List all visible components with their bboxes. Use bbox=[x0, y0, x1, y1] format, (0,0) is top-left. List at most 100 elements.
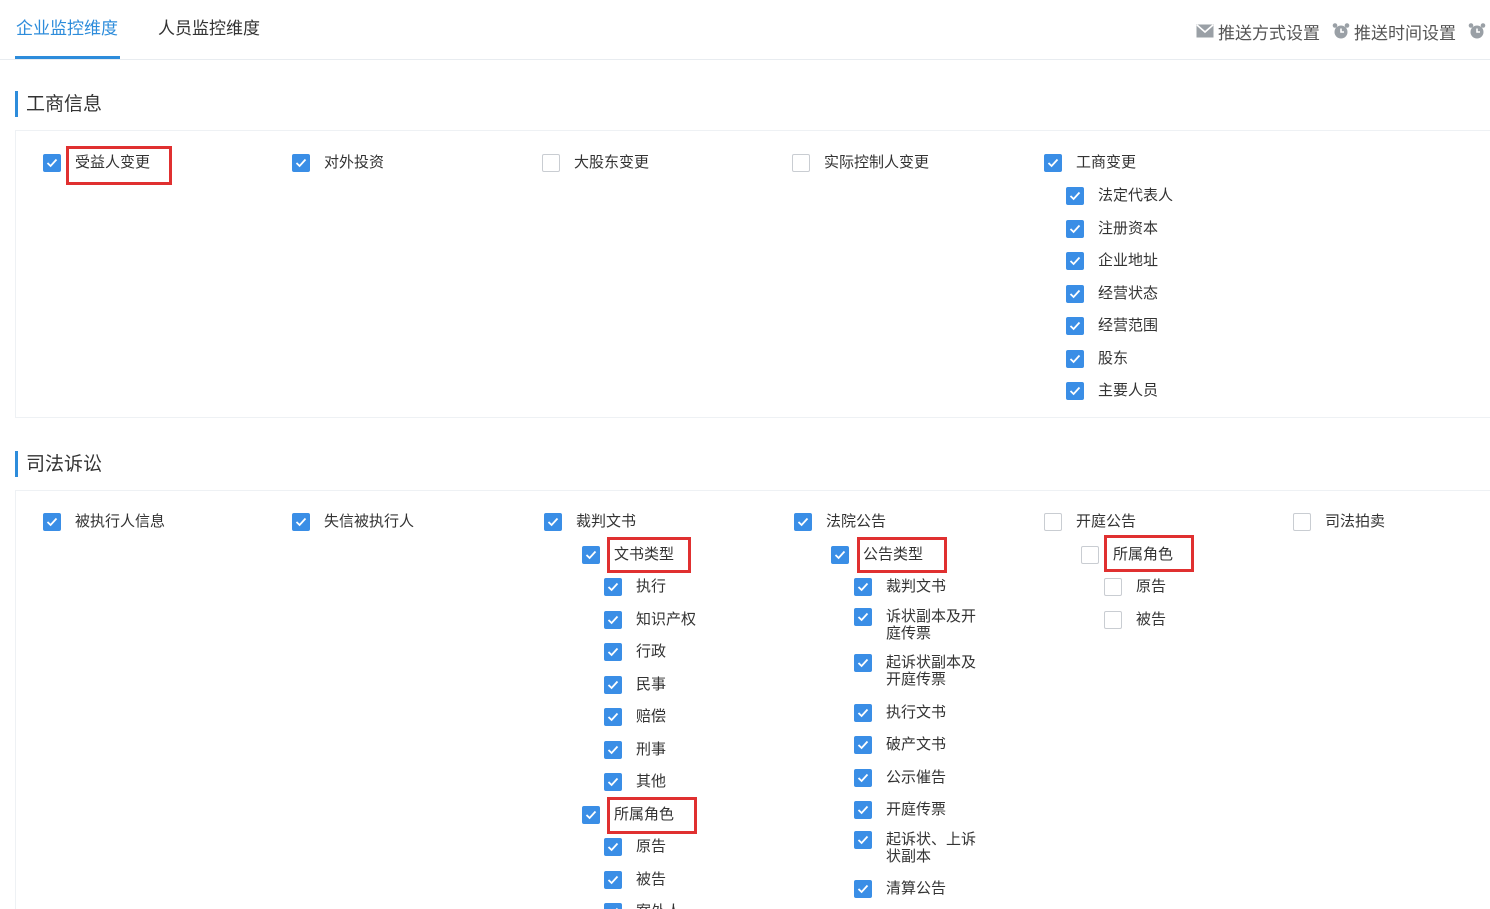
checkbox[interactable] bbox=[1066, 382, 1084, 400]
checkbox-business-change-sub[interactable]: 经营状态 bbox=[1066, 284, 1158, 303]
checkbox-executed-person[interactable]: 被执行人信息 bbox=[43, 513, 165, 531]
checkbox-judgment-docs[interactable]: 裁判文书 bbox=[544, 513, 636, 531]
push-time-settings-button[interactable]: 推送时间设置 bbox=[1332, 19, 1456, 44]
checkbox[interactable] bbox=[582, 546, 600, 564]
push-time-label: 推送时间设置 bbox=[1354, 23, 1456, 44]
checkbox[interactable] bbox=[544, 513, 562, 531]
checkbox-label: 司法拍卖 bbox=[1325, 512, 1386, 530]
checkbox-hearing-role-item[interactable]: 原告 bbox=[1104, 578, 1166, 596]
checkbox-notice-type-item[interactable]: 清算公告 bbox=[854, 880, 946, 898]
checkbox-notice-type-item[interactable]: 公示催告 bbox=[854, 769, 946, 787]
checkbox-outward-investment[interactable]: 对外投资 bbox=[292, 154, 384, 172]
checkbox-dishonest-executed[interactable]: 失信被执行人 bbox=[292, 513, 414, 531]
checkbox-label: 原告 bbox=[1136, 577, 1167, 595]
checkbox[interactable] bbox=[854, 578, 872, 596]
checkbox-label: 行政 bbox=[636, 642, 667, 660]
checkbox[interactable] bbox=[604, 773, 622, 791]
checkbox[interactable] bbox=[292, 513, 310, 531]
checkbox[interactable] bbox=[1066, 252, 1084, 270]
checkbox[interactable] bbox=[604, 675, 622, 694]
checkbox-notice-type[interactable]: 公告类型 bbox=[831, 546, 923, 564]
checkbox-notice-type-item[interactable]: 起诉状副本及开庭传票 bbox=[854, 654, 986, 688]
checkbox-judgment-role-item[interactable]: 原告 bbox=[604, 838, 666, 856]
checkbox[interactable] bbox=[854, 736, 872, 754]
checkbox-hearing-role[interactable]: 所属角色 bbox=[1081, 546, 1173, 564]
checkbox-label: 被告 bbox=[636, 870, 667, 888]
checkbox[interactable] bbox=[542, 154, 560, 172]
checkbox[interactable] bbox=[1044, 513, 1062, 531]
checkbox-business-change-sub[interactable]: 主要人员 bbox=[1066, 382, 1158, 400]
checkbox-doc-type-item[interactable]: 知识产权 bbox=[604, 610, 696, 629]
checkbox[interactable] bbox=[854, 880, 872, 898]
checkbox[interactable] bbox=[582, 806, 600, 824]
tab-enterprise-monitor[interactable]: 企业监控维度 bbox=[16, 14, 118, 39]
checkbox-doc-type-item[interactable]: 刑事 bbox=[604, 740, 666, 759]
checkbox[interactable] bbox=[604, 578, 622, 596]
checkbox-business-change-sub[interactable]: 经营范围 bbox=[1066, 317, 1158, 335]
checkbox[interactable] bbox=[43, 154, 61, 172]
checkbox-beneficiary-change[interactable]: 受益人变更 bbox=[43, 154, 150, 172]
checkbox[interactable] bbox=[854, 608, 872, 626]
checkbox-label: 诉状副本及开庭传票 bbox=[886, 607, 977, 642]
checkbox[interactable] bbox=[1044, 154, 1062, 172]
checkbox-business-change-sub[interactable]: 注册资本 bbox=[1066, 219, 1158, 238]
tab-person-monitor[interactable]: 人员监控维度 bbox=[158, 14, 260, 39]
checkbox[interactable] bbox=[604, 708, 622, 726]
business-panel bbox=[15, 130, 1490, 418]
push-method-settings-button[interactable]: 推送方式设置 bbox=[1196, 19, 1320, 44]
checkbox-notice-type-item[interactable]: 破产文书 bbox=[854, 736, 946, 754]
checkbox-notice-type-item[interactable]: 诉状副本及开庭传票 bbox=[854, 608, 986, 642]
checkbox-hearing-role-item[interactable]: 被告 bbox=[1104, 611, 1166, 629]
checkbox[interactable] bbox=[604, 643, 622, 661]
checkbox[interactable] bbox=[1104, 578, 1122, 596]
checkbox[interactable] bbox=[604, 740, 622, 759]
checkbox-doc-type-item[interactable]: 赔偿 bbox=[604, 708, 666, 726]
checkbox-doc-type-item[interactable]: 执行 bbox=[604, 578, 666, 596]
checkbox[interactable] bbox=[43, 513, 61, 531]
checkbox-judgment-role-item[interactable]: 被告 bbox=[604, 871, 666, 889]
checkbox[interactable] bbox=[854, 704, 872, 722]
checkbox-doc-type-item[interactable]: 行政 bbox=[604, 643, 666, 661]
checkbox-business-change-sub[interactable]: 股东 bbox=[1066, 349, 1128, 368]
checkbox-notice-type-item[interactable]: 起诉状、上诉状副本 bbox=[854, 831, 986, 865]
checkbox[interactable] bbox=[1066, 284, 1084, 303]
checkbox[interactable] bbox=[794, 513, 812, 531]
checkbox[interactable] bbox=[292, 154, 310, 172]
checkbox-judgment-role-item[interactable]: 案外人 bbox=[604, 903, 681, 909]
checkbox[interactable] bbox=[604, 871, 622, 889]
checkbox-hearing-notice[interactable]: 开庭公告 bbox=[1044, 513, 1136, 531]
checkbox-business-change-sub[interactable]: 企业地址 bbox=[1066, 252, 1158, 270]
checkbox[interactable] bbox=[1293, 513, 1311, 531]
checkbox-doc-type-item[interactable]: 民事 bbox=[604, 675, 666, 694]
checkbox[interactable] bbox=[604, 610, 622, 629]
checkbox[interactable] bbox=[1081, 546, 1099, 564]
checkbox[interactable] bbox=[831, 546, 849, 564]
checkbox-major-shareholder-change[interactable]: 大股东变更 bbox=[542, 154, 649, 172]
checkbox[interactable] bbox=[854, 801, 872, 819]
checkbox[interactable] bbox=[1066, 349, 1084, 368]
checkbox-label: 大股东变更 bbox=[574, 153, 650, 171]
checkbox-doc-type[interactable]: 文书类型 bbox=[582, 546, 674, 564]
checkbox[interactable] bbox=[1066, 219, 1084, 238]
alarm-extra-button[interactable] bbox=[1468, 22, 1490, 40]
checkbox[interactable] bbox=[604, 903, 622, 909]
checkbox-judicial-auction[interactable]: 司法拍卖 bbox=[1293, 513, 1385, 531]
checkbox[interactable] bbox=[1104, 611, 1122, 629]
checkbox[interactable] bbox=[604, 838, 622, 856]
checkbox[interactable] bbox=[792, 154, 810, 172]
checkbox-business-change-sub[interactable]: 法定代表人 bbox=[1066, 187, 1173, 205]
checkbox-court-notice[interactable]: 法院公告 bbox=[794, 513, 886, 531]
checkbox[interactable] bbox=[854, 654, 872, 672]
checkbox-business-change[interactable]: 工商变更 bbox=[1044, 154, 1136, 172]
checkbox[interactable] bbox=[1066, 187, 1084, 205]
checkbox-label: 受益人变更 bbox=[75, 153, 151, 171]
checkbox-notice-type-item[interactable]: 执行文书 bbox=[854, 704, 946, 722]
checkbox-notice-type-item[interactable]: 开庭传票 bbox=[854, 801, 946, 819]
checkbox[interactable] bbox=[854, 831, 872, 849]
checkbox-judgment-role[interactable]: 所属角色 bbox=[582, 806, 674, 824]
checkbox[interactable] bbox=[854, 769, 872, 787]
checkbox[interactable] bbox=[1066, 317, 1084, 335]
checkbox-actual-controller-change[interactable]: 实际控制人变更 bbox=[792, 154, 929, 172]
checkbox-doc-type-item[interactable]: 其他 bbox=[604, 773, 666, 791]
checkbox-notice-type-item[interactable]: 裁判文书 bbox=[854, 578, 946, 596]
